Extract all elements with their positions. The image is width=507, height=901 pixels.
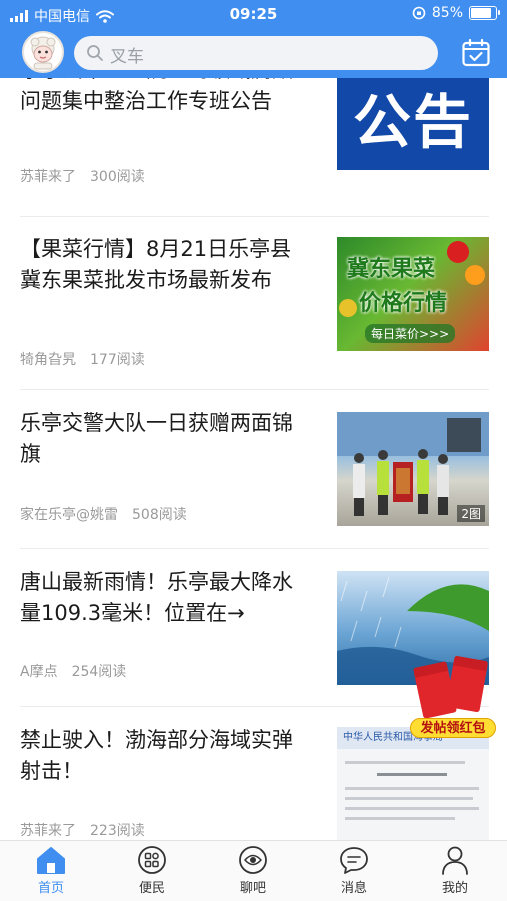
avatar[interactable] xyxy=(22,31,64,73)
red-envelope-icon xyxy=(445,655,489,713)
bottom-tab-bar: 首页 便民 聊吧 消息 我的 xyxy=(0,840,507,901)
feed-item-title: 乐亭交警大队一日获赠两面锦旗 xyxy=(20,411,293,466)
feed-item-author: 犄角旮旯 xyxy=(20,352,76,368)
battery-icon xyxy=(469,6,500,20)
feed-item-meta: 苏菲来了 300阅读 xyxy=(20,166,145,186)
feed-item-views: 177阅读 xyxy=(90,352,145,368)
red-packet-label: 发帖领红包 xyxy=(410,718,496,738)
feed-item-author: 苏菲来了 xyxy=(20,169,76,185)
tab-label: 我的 xyxy=(441,881,468,896)
avatar-sheep-icon xyxy=(30,36,56,70)
search-input[interactable]: 叉车 xyxy=(74,36,438,70)
veg-thumb-line1: 冀东果菜 xyxy=(347,257,436,282)
feed-item-title: 唐山最新雨情！乐亭最大降水量109.3毫米！位置在→ xyxy=(20,570,293,625)
search-placeholder: 叉车 xyxy=(110,47,144,67)
tab-chat[interactable]: 聊吧 xyxy=(213,845,293,896)
veg-thumb-line3: 每日菜价>>> xyxy=(365,324,456,343)
tab-label: 聊吧 xyxy=(239,881,266,896)
feed-item-views: 254阅读 xyxy=(71,664,127,680)
feed-item-title: 禁止驶入！渤海部分海域实弹射击！ xyxy=(20,728,293,783)
top-bar: 中国电信 09:25 85% 叉车 xyxy=(0,0,507,78)
battery-percent: 85% xyxy=(431,5,463,21)
feed-item-thumbnail: 中华人民共和国海事局 xyxy=(337,727,489,840)
feed-item-thumbnail: 冀东果菜 价格行情 每日菜价>>> xyxy=(337,237,489,351)
message-icon xyxy=(340,847,368,874)
tab-label: 首页 xyxy=(37,881,64,896)
search-icon xyxy=(87,45,103,61)
image-count-badge: 2图 xyxy=(457,505,485,522)
tab-label: 消息 xyxy=(340,881,367,896)
feed-item-thumbnail: 2图 xyxy=(337,412,489,526)
calendar-checkin-icon[interactable] xyxy=(461,38,491,68)
feed-item[interactable]: 乐亭交警大队一日获赠两面锦旗 家在乐亭@姚雷 508阅读 2图 xyxy=(0,390,507,548)
feed-item-views: 223阅读 xyxy=(90,823,145,839)
tab-label: 便民 xyxy=(138,881,165,896)
feed-item-meta: 家在乐亭@姚雷 508阅读 xyxy=(20,504,187,524)
person-icon xyxy=(442,846,468,875)
status-bar: 中国电信 09:25 85% xyxy=(0,0,507,30)
tab-messages[interactable]: 消息 xyxy=(314,845,394,896)
feed-item-title: 乐亭县中医医院医药领域腐败问题集中整治工作专班公告 xyxy=(20,78,293,113)
feed-item-thumbnail: 公告 xyxy=(337,78,489,170)
tab-profile[interactable]: 我的 xyxy=(415,845,495,896)
feed-item-views: 508阅读 xyxy=(132,507,187,523)
feed-item-meta: 苏菲来了 223阅读 xyxy=(20,820,145,840)
home-icon xyxy=(37,847,65,874)
feed-item[interactable]: 【果菜行情】8月21日乐亭县冀东果菜批发市场最新发布 犄角旮旯 177阅读 冀东果… xyxy=(0,217,507,389)
feed-item-author: 苏菲来了 xyxy=(20,823,76,839)
tab-services[interactable]: 便民 xyxy=(112,845,192,896)
feed-item-author: 家在乐亭@姚雷 xyxy=(20,507,118,523)
tab-home[interactable]: 首页 xyxy=(11,845,91,896)
announcement-graphic-text: 公告 xyxy=(352,88,473,156)
veg-thumb-line2: 价格行情 xyxy=(359,291,448,316)
feed-item-meta: 犄角旮旯 177阅读 xyxy=(20,349,145,369)
orientation-lock-icon xyxy=(412,6,426,20)
feed-item-meta: A摩点 254阅读 xyxy=(20,661,126,681)
chat-bubble-eye-icon xyxy=(239,846,267,874)
feed-item-views: 300阅读 xyxy=(90,169,145,185)
feed-item[interactable]: 乐亭县中医医院医药领域腐败问题集中整治工作专班公告 苏菲来了 300阅读 公告 xyxy=(0,78,507,216)
grid-icon xyxy=(138,846,166,874)
feed-item-title: 【果菜行情】8月21日乐亭县冀东果菜批发市场最新发布 xyxy=(20,237,292,292)
feed-item-author: A摩点 xyxy=(20,664,58,680)
red-packet-button[interactable]: 发帖领红包 xyxy=(410,655,496,738)
